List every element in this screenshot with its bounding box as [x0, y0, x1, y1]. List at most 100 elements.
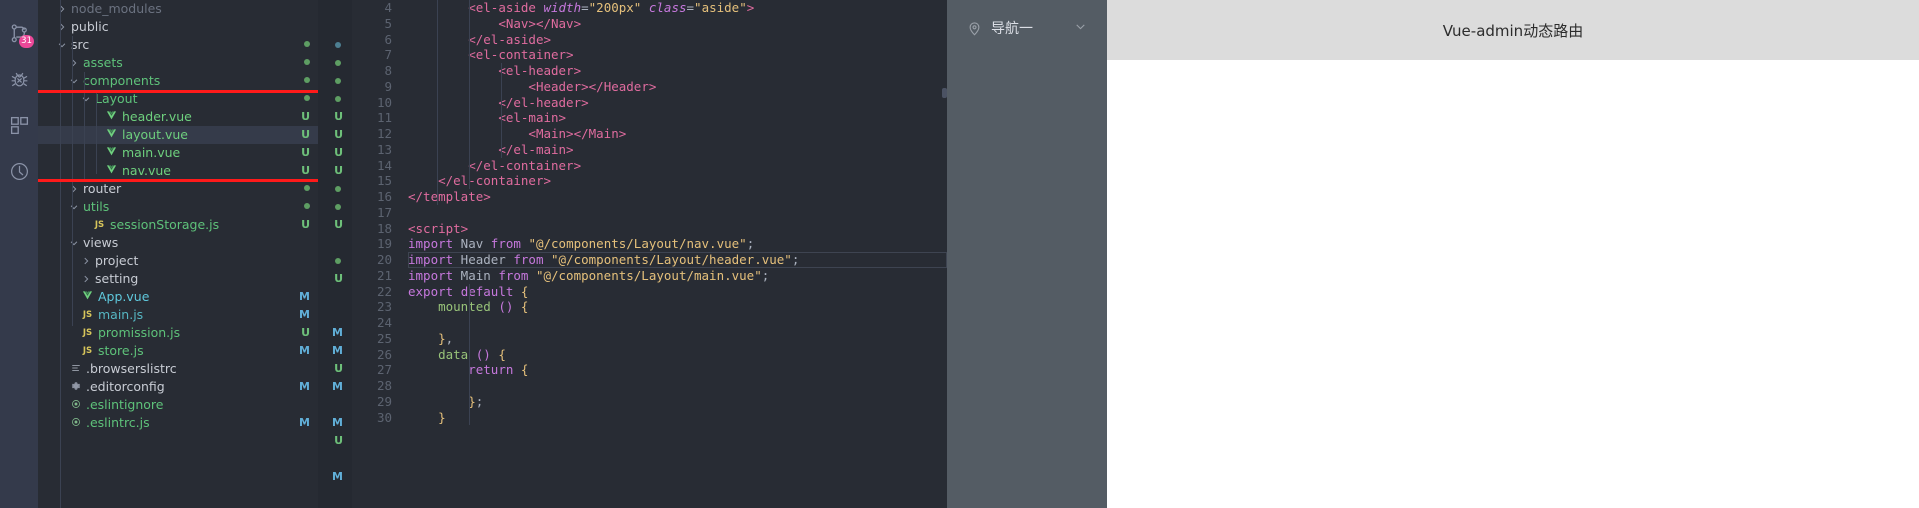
tree-row[interactable]: setting: [38, 270, 318, 288]
chevron-right-icon[interactable]: [80, 252, 92, 270]
extensions-icon[interactable]: [0, 102, 38, 148]
tree-row[interactable]: Layout: [38, 90, 318, 108]
tree-row[interactable]: public: [38, 18, 318, 36]
chevron-down-icon[interactable]: [68, 198, 80, 216]
code-line[interactable]: 4 <el-aside width="200px" class="aside">: [352, 0, 947, 16]
tree-row-label: utils: [83, 199, 110, 214]
tree-row-label: .editorconfig: [86, 379, 165, 394]
code-line[interactable]: 11 <el-main>: [352, 110, 947, 126]
chevron-down-icon[interactable]: [80, 90, 92, 108]
code-line[interactable]: 21 import Main from "@/components/Layout/…: [352, 268, 947, 284]
chevron-right-icon[interactable]: [56, 18, 68, 36]
indent-guide: [469, 378, 470, 394]
line-number: 30: [376, 409, 392, 425]
tree-row[interactable]: .browserslistrc: [38, 360, 318, 378]
tree-row[interactable]: nav.vue U: [38, 162, 318, 180]
line-number: 13: [376, 141, 392, 157]
code-line[interactable]: 27 return {: [352, 362, 947, 378]
code-line[interactable]: 23 mounted () {: [352, 299, 947, 315]
tree-row[interactable]: App.vue M: [38, 288, 318, 306]
code-lines[interactable]: 4 <el-aside width="200px" class="aside">…: [352, 0, 947, 425]
chevron-down-icon[interactable]: [68, 72, 80, 90]
code-line[interactable]: 16 </template>: [352, 189, 947, 205]
indent-guide: [437, 0, 438, 16]
tree-row[interactable]: main.vue U: [38, 144, 318, 162]
tree-row[interactable]: views: [38, 234, 318, 252]
chevron-down-icon[interactable]: [1074, 20, 1087, 36]
code-line[interactable]: 7 <el-container>: [352, 47, 947, 63]
chevron-right-icon[interactable]: [80, 270, 92, 288]
code-line[interactable]: 19 import Nav from "@/components/Layout/n…: [352, 236, 947, 252]
debug-icon[interactable]: [0, 56, 38, 102]
code-line[interactable]: 24: [352, 315, 947, 331]
code-line[interactable]: 18 <script>: [352, 221, 947, 237]
code-text: <el-header>: [498, 63, 582, 78]
code-line[interactable]: 13 </el-main>: [352, 142, 947, 158]
clock-icon[interactable]: [0, 148, 38, 194]
gutter-status-dot: [335, 78, 341, 84]
tree-row-label: promission.js: [98, 325, 181, 340]
code-line[interactable]: 20 import Header from "@/components/Layou…: [352, 252, 947, 268]
tree-row[interactable]: .editorconfig M: [38, 378, 318, 396]
code-text: </el-main>: [498, 141, 574, 157]
chevron-down-icon[interactable]: [68, 234, 80, 252]
vue-file-icon: [104, 126, 119, 144]
tree-row[interactable]: layout.vue U: [38, 126, 318, 144]
tree-row[interactable]: project: [38, 252, 318, 270]
line-number: 8: [384, 63, 392, 78]
gutter-status-letter: M: [332, 326, 343, 339]
file-explorer[interactable]: node_modules public src assets components Lay…: [38, 0, 318, 508]
chevron-right-icon[interactable]: [68, 180, 80, 198]
chevron-down-icon[interactable]: [56, 36, 68, 54]
code-line[interactable]: 10 </el-header>: [352, 95, 947, 111]
tree-row[interactable]: JS sessionStorage.js U: [38, 216, 318, 234]
tree-row[interactable]: JS main.js M: [38, 306, 318, 324]
tree-row[interactable]: components: [38, 72, 318, 90]
code-line[interactable]: 12 <Main></Main>: [352, 126, 947, 142]
tree-row[interactable]: JS store.js M: [38, 342, 318, 360]
code-line[interactable]: 29 };: [352, 394, 947, 410]
tree-row-label: components: [83, 73, 161, 88]
code-line[interactable]: 17: [352, 205, 947, 221]
tree-row[interactable]: .eslintrc.js M: [38, 414, 318, 432]
preview-menu-item-nav1[interactable]: 导航一: [947, 0, 1107, 56]
code-line[interactable]: 30 }: [352, 410, 947, 426]
code-line[interactable]: 14 </el-container>: [352, 158, 947, 174]
tree-row[interactable]: node_modules: [38, 0, 318, 18]
gutter-status-letter: U: [334, 218, 343, 231]
code-line[interactable]: 5 <Nav></Nav>: [352, 16, 947, 32]
source-control-icon[interactable]: 31: [0, 10, 38, 56]
tree-row-label: header.vue: [122, 109, 192, 124]
tree-row[interactable]: JS promission.js U: [38, 324, 318, 342]
code-text: </template>: [408, 189, 491, 204]
tree-row[interactable]: header.vue U: [38, 108, 318, 126]
code-line[interactable]: 6 </el-aside>: [352, 32, 947, 48]
code-text: </el-aside>: [468, 31, 552, 47]
code-line[interactable]: 8 <el-header>: [352, 63, 947, 79]
tree-row[interactable]: utils: [38, 198, 318, 216]
indent-guide: [469, 346, 470, 363]
indent-guide: [469, 393, 470, 410]
circle-file-icon: [68, 414, 83, 432]
file-tree[interactable]: node_modules public src assets components Lay…: [38, 0, 318, 508]
code-line[interactable]: 9 <Header></Header>: [352, 79, 947, 95]
code-editor[interactable]: 4 <el-aside width="200px" class="aside">…: [352, 0, 947, 508]
code-line[interactable]: 25 },: [352, 331, 947, 347]
activity-bar: 31: [0, 0, 38, 508]
tree-row[interactable]: src: [38, 36, 318, 54]
editor-scrollbar[interactable]: [942, 88, 947, 98]
tree-row[interactable]: .eslintignore: [38, 396, 318, 414]
code-line[interactable]: 15 </el-container>: [352, 173, 947, 189]
code-line[interactable]: 26 data () {: [352, 347, 947, 363]
chevron-right-icon[interactable]: [56, 0, 68, 18]
js-file-icon: JS: [82, 346, 93, 356]
tree-row[interactable]: assets: [38, 54, 318, 72]
chevron-right-icon[interactable]: [68, 54, 80, 72]
code-line[interactable]: 22 export default {: [352, 284, 947, 300]
code-line[interactable]: 28: [352, 378, 947, 394]
js-file-icon: JS: [82, 310, 93, 320]
tree-row[interactable]: router: [38, 180, 318, 198]
vue-file-icon: [104, 108, 119, 126]
preview-body: Vue-admin动态路由: [1107, 0, 1919, 508]
indent-guide: [437, 94, 438, 111]
